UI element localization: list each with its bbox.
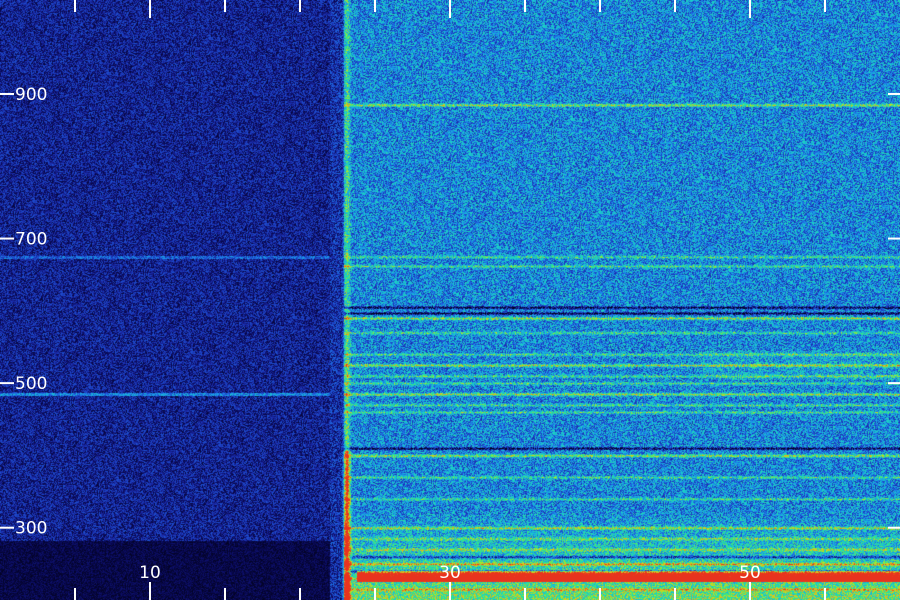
x-tick-label: 50 — [739, 563, 761, 583]
y-tick-label: 500 — [15, 374, 47, 394]
x-tick-label: 30 — [439, 563, 461, 583]
spectrogram-axes: 10 30 50 900 700 500 300 — [0, 0, 900, 600]
y-tick-label: 900 — [15, 85, 47, 105]
x-tick-label: 10 — [139, 563, 161, 583]
spectrogram-panel: 10 30 50 900 700 500 300 — [0, 0, 900, 600]
y-tick-label: 700 — [15, 230, 47, 250]
y-tick-label: 300 — [15, 519, 47, 539]
